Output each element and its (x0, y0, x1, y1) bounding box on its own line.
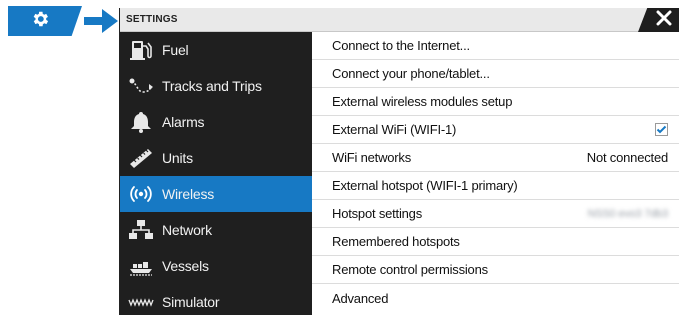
wifi-status-value: Not connected (586, 150, 668, 165)
setting-external-wireless-modules[interactable]: External wireless modules setup (312, 88, 679, 116)
settings-launcher-tab[interactable] (8, 6, 82, 36)
simulator-wave-icon (120, 284, 162, 315)
close-button[interactable] (638, 8, 679, 32)
checkmark-icon (656, 125, 667, 134)
sidebar-item-vessels[interactable]: Vessels (120, 248, 312, 284)
setting-label: External hotspot (WIFI-1 primary) (332, 178, 518, 193)
external-wifi-checkbox[interactable] (655, 123, 668, 136)
sidebar-item-label: Units (162, 150, 193, 166)
setting-label: Connect to the Internet... (332, 38, 470, 53)
titlebar: SETTINGS (120, 8, 679, 32)
wireless-icon (120, 176, 162, 212)
sidebar-item-alarms[interactable]: Alarms (120, 104, 312, 140)
sidebar-item-label: Tracks and Trips (162, 78, 262, 94)
setting-hotspot-settings[interactable]: Hotspot settings NSS0 evo3 7db3 (312, 200, 679, 228)
setting-label: Hotspot settings (332, 206, 423, 221)
setting-advanced[interactable]: Advanced (312, 284, 679, 312)
setting-label: Remembered hotspots (332, 234, 460, 249)
fuel-pump-icon (120, 32, 162, 68)
sidebar-item-label: Alarms (162, 114, 205, 130)
setting-remembered-hotspots[interactable]: Remembered hotspots (312, 228, 679, 256)
setting-connect-internet[interactable]: Connect to the Internet... (312, 32, 679, 60)
window-title: SETTINGS (126, 14, 178, 25)
close-icon (656, 10, 672, 31)
sidebar-item-label: Wireless (162, 186, 215, 202)
setting-label: Remote control permissions (332, 262, 488, 277)
vessels-icon (120, 248, 162, 284)
ruler-icon (120, 140, 162, 176)
bell-icon (120, 104, 162, 140)
settings-window: SETTINGS Fuel Tracks and Trips Alarms Un… (119, 8, 679, 315)
hotspot-name-value: NSS0 evo3 7db3 (587, 207, 669, 220)
setting-connect-phone-tablet[interactable]: Connect your phone/tablet... (312, 60, 679, 88)
sidebar-item-label: Vessels (162, 258, 209, 274)
setting-label: WiFi networks (332, 150, 412, 165)
sidebar-item-label: Simulator (162, 294, 220, 310)
sidebar-item-tracks-and-trips[interactable]: Tracks and Trips (120, 68, 312, 104)
network-icon (120, 212, 162, 248)
settings-sidebar: Fuel Tracks and Trips Alarms Units Wirel… (120, 32, 312, 315)
sidebar-item-network[interactable]: Network (120, 212, 312, 248)
setting-external-wifi[interactable]: External WiFi (WIFI-1) (312, 116, 679, 144)
setting-label: Connect your phone/tablet... (332, 66, 490, 81)
setting-remote-control-permissions[interactable]: Remote control permissions (312, 256, 679, 284)
setting-label: External WiFi (WIFI-1) (332, 122, 457, 137)
setting-wifi-networks[interactable]: WiFi networks Not connected (312, 144, 679, 172)
sidebar-item-fuel[interactable]: Fuel (120, 32, 312, 68)
sidebar-item-simulator[interactable]: Simulator (120, 284, 312, 315)
sidebar-item-label: Fuel (162, 42, 189, 58)
track-icon (120, 68, 162, 104)
setting-label: Advanced (332, 290, 389, 306)
arrow-right-icon (84, 9, 118, 33)
gear-icon (30, 9, 50, 34)
setting-external-hotspot[interactable]: External hotspot (WIFI-1 primary) (312, 172, 679, 200)
sidebar-item-label: Network (162, 222, 212, 238)
setting-label: External wireless modules setup (332, 94, 513, 109)
sidebar-item-units[interactable]: Units (120, 140, 312, 176)
sidebar-item-wireless[interactable]: Wireless (120, 176, 312, 212)
